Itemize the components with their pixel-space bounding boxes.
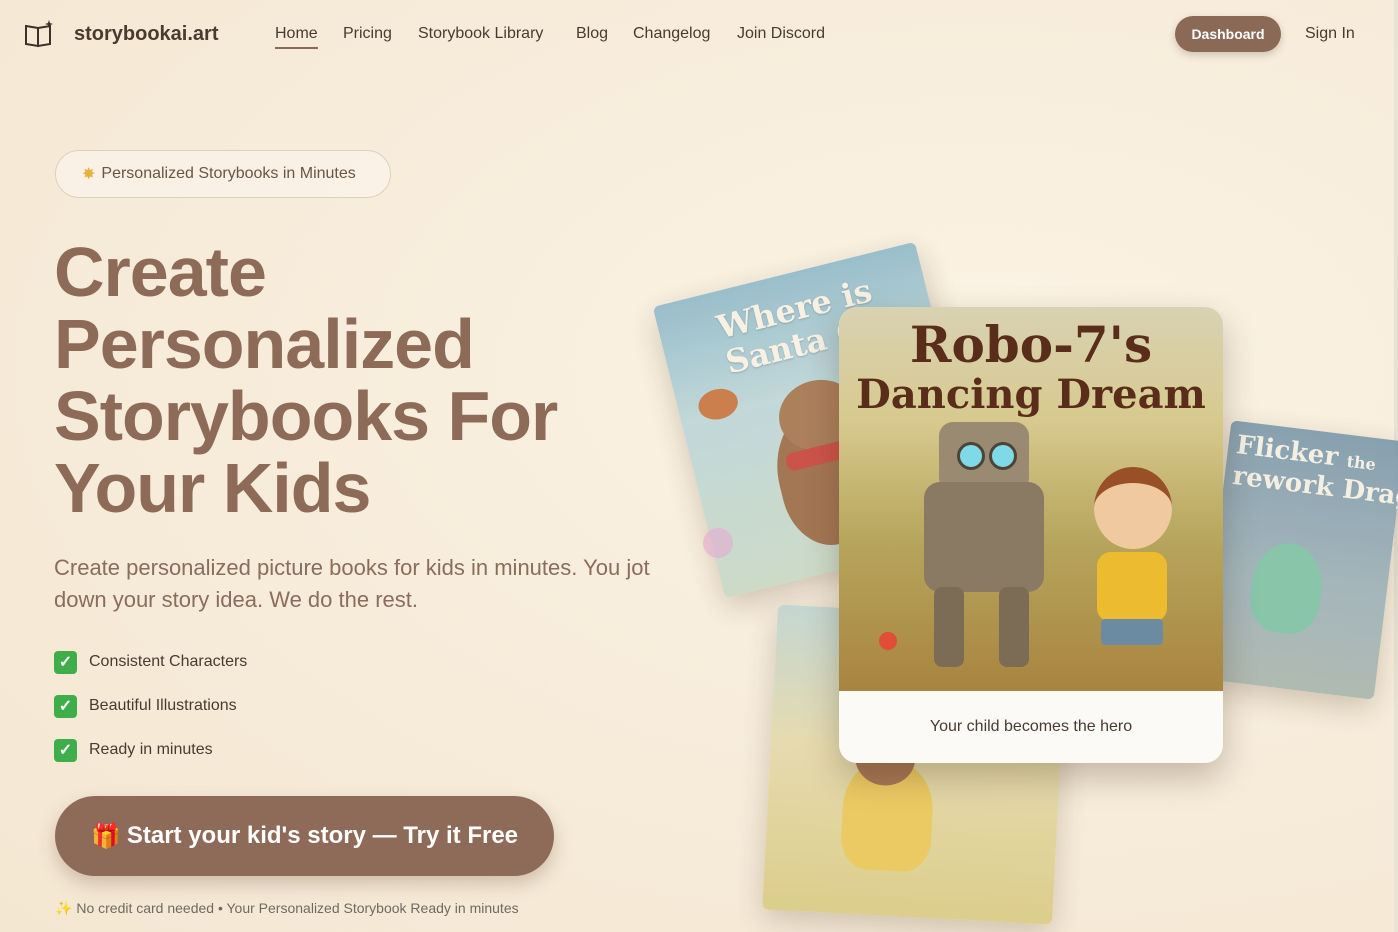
robot-leg-illustration <box>934 587 964 667</box>
kid-shorts-illustration <box>1101 619 1163 645</box>
headline-line-4: Your Kids <box>54 449 371 527</box>
nav-changelog[interactable]: Changelog <box>633 25 710 43</box>
dashboard-button[interactable]: Dashboard <box>1175 16 1281 52</box>
start-story-button[interactable]: 🎁 Start your kid's story — Try it Free <box>55 796 554 876</box>
kid-shirt-illustration <box>1097 552 1167 622</box>
nav-blog[interactable]: Blog <box>576 25 608 43</box>
feature-item: ✓ Ready in minutes <box>54 737 213 763</box>
sparkle-star-icon: ✸ <box>82 166 96 183</box>
robin-illustration <box>695 384 742 424</box>
check-mark-icon: ✓ <box>54 738 77 762</box>
check-mark-icon: ✓ <box>54 694 77 718</box>
hero-subtext: Create personalized picture books for ki… <box>54 555 650 612</box>
robo-book-title: Robo-7's Dancing Dream <box>856 315 1206 418</box>
robot-eye-illustration <box>957 442 985 470</box>
nav-storybook-library[interactable]: Storybook Library <box>418 25 543 43</box>
feature-item: ✓ Beautiful Illustrations <box>54 693 237 719</box>
cursor-highlight <box>703 528 733 558</box>
card-caption: Your child becomes the hero <box>929 718 1133 735</box>
flower-illustration <box>879 632 897 650</box>
nav-home[interactable]: Home <box>275 25 318 49</box>
dragon-book-title: Flicker the rework Dragon <box>1230 430 1398 518</box>
nav-pricing[interactable]: Pricing <box>343 25 392 43</box>
gift-icon: 🎁 <box>90 822 121 850</box>
headline-line-3: Storybooks For <box>54 377 558 455</box>
robot-body-illustration <box>924 482 1044 592</box>
brand-name[interactable]: storybookai.art <box>74 23 218 46</box>
sign-in-link[interactable]: Sign In <box>1305 25 1355 43</box>
check-mark-icon: ✓ <box>54 650 77 674</box>
top-nav: storybookai.art Home Pricing Storybook L… <box>0 0 1398 70</box>
headline-line-1: Create <box>54 233 267 311</box>
robot-eye-illustration <box>989 442 1017 470</box>
dragon-illustration <box>1246 539 1327 638</box>
robot-leg-illustration <box>999 587 1029 667</box>
feature-label: Ready in minutes <box>89 741 213 758</box>
cta-label: Start your kid's story — Try it Free <box>126 822 519 849</box>
feature-label: Beautiful Illustrations <box>89 697 237 714</box>
footnote-text: No credit card needed • Your Personalize… <box>76 900 519 916</box>
feature-label: Consistent Characters <box>89 653 248 670</box>
hero-headline: Create Personalized Storybooks For Your … <box>54 236 674 524</box>
robo-book-cover: Robo-7's Dancing Dream <box>839 307 1223 691</box>
nav-join-discord[interactable]: Join Discord <box>737 25 825 43</box>
sparkles-icon: ✨ <box>55 900 73 916</box>
cta-footnote: ✨ No credit card needed • Your Personali… <box>55 900 519 917</box>
badge-label: Personalized Storybooks in Minutes <box>101 165 356 182</box>
featured-book-card[interactable]: Robo-7's Dancing Dream Your child become… <box>839 307 1223 763</box>
feature-item: ✓ Consistent Characters <box>54 649 247 675</box>
headline-line-2: Personalized <box>54 305 475 383</box>
hero-badge: ✸ Personalized Storybooks in Minutes <box>55 150 391 198</box>
kid-head-illustration <box>1094 467 1172 549</box>
open-book-icon[interactable] <box>24 20 54 48</box>
dragon-book-cover: Flicker the rework Dragon <box>1199 420 1398 700</box>
